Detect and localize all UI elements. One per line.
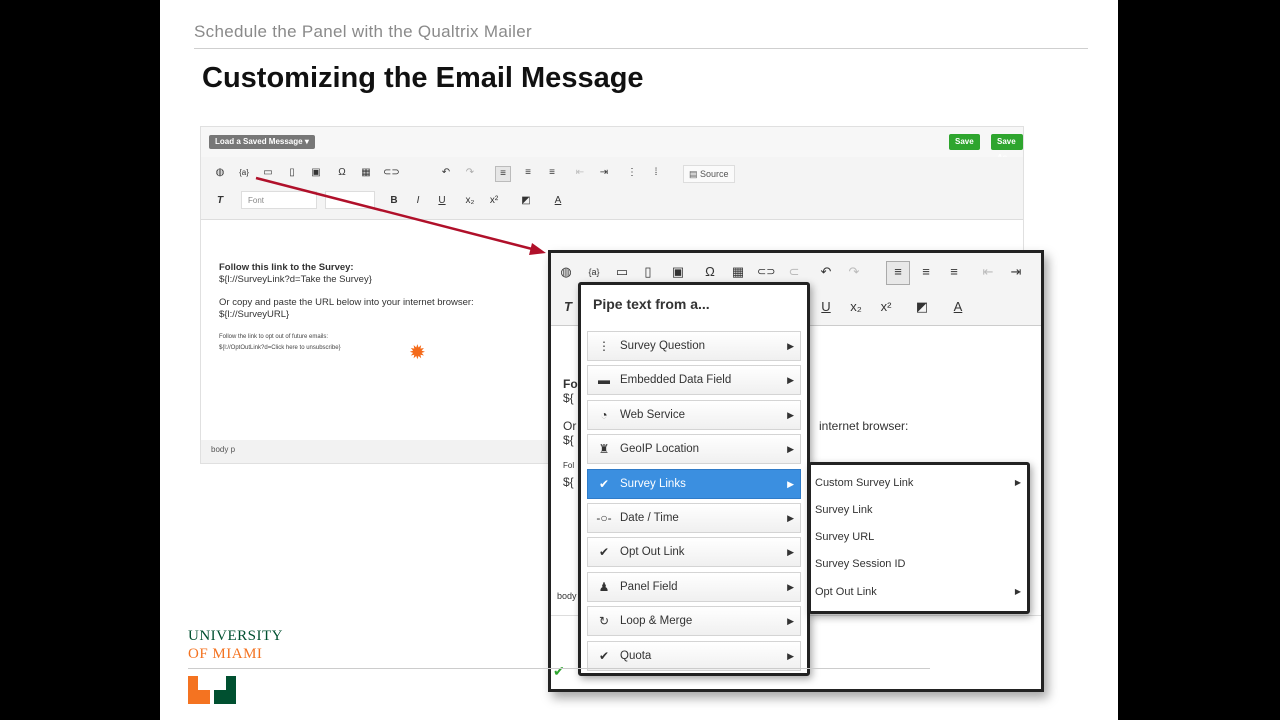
pipe-item-loop-merge[interactable]: ↻ Loop & Merge ▶ (587, 606, 801, 636)
pipe-item-survey-question[interactable]: ⋮ Survey Question ▶ (587, 331, 801, 361)
pipe-item-label: Survey Links (620, 478, 686, 490)
subscript-icon[interactable]: x₂ (847, 298, 865, 316)
body-fragment: Fo (563, 377, 578, 391)
outdent-icon[interactable]: ⇤ (979, 263, 997, 281)
pipe-item-label: Opt Out Link (620, 546, 685, 558)
arrow-right-icon: ▶ (787, 375, 794, 385)
rss-icon: ◔ (600, 408, 608, 422)
submenu-item-survey-url[interactable]: Survey URL (815, 525, 1025, 549)
indent-icon[interactable]: ⇥ (1007, 263, 1025, 281)
unlink-icon[interactable]: ⊂ (785, 263, 803, 281)
submenu-item-label: Survey Link (815, 504, 873, 516)
body-fragment: internet browser: (819, 419, 909, 433)
pipe-item-label: Loop & Merge (620, 615, 693, 627)
submenu-item-label: Survey Session ID (815, 558, 906, 570)
arrow-right-icon: ▶ (787, 341, 794, 351)
pipe-item-quota[interactable]: ✔ Quota ▶ (587, 641, 801, 671)
body-fragment: ${ (563, 433, 574, 447)
body-fragment: ${ (563, 475, 574, 489)
omega-icon[interactable]: Ω (701, 263, 719, 281)
piped-text-icon[interactable]: {a} (585, 263, 603, 281)
arrow-right-icon: ▶ (787, 513, 794, 523)
pipe-item-opt-out-link[interactable]: ✔ Opt Out Link ▶ (587, 537, 801, 567)
redo-icon[interactable]: ↷ (845, 263, 863, 281)
pipe-item-label: Survey Question (620, 340, 706, 352)
text-color-icon[interactable]: A (949, 298, 967, 316)
pipe-item-label: Embedded Data Field (620, 374, 732, 386)
pipe-item-label: Quota (620, 650, 652, 662)
arrow-right-icon: ▶ (1014, 478, 1021, 487)
logo-of-miami: OF MIAMI (188, 646, 263, 662)
arrow-right-icon: ▶ (787, 651, 794, 661)
question-icon: ⋮ (598, 339, 610, 353)
check-icon: ✔ (598, 649, 610, 663)
submenu-item-opt-out-link[interactable]: Opt Out Link ▶ (815, 580, 1025, 604)
pipe-item-panel-field[interactable]: ♟ Panel Field ▶ (587, 572, 801, 602)
pipe-item-label: GeoIP Location (620, 443, 700, 455)
pipe-item-geoip-location[interactable]: ♜ GeoIP Location ▶ (587, 434, 801, 464)
submenu-item-survey-session-id[interactable]: Survey Session ID (815, 552, 1025, 576)
clear-format-icon[interactable]: T (559, 298, 577, 316)
align-center-icon[interactable]: ≡ (917, 263, 935, 281)
underline-icon[interactable]: U (817, 298, 835, 316)
body-fragment: Or (563, 419, 577, 433)
loop-icon: ↻ (598, 614, 610, 628)
submenu-item-label: Opt Out Link (815, 586, 877, 598)
embedded-data-icon: ▬ (598, 373, 610, 387)
pipe-item-label: Date / Time (620, 512, 679, 524)
align-right-icon[interactable]: ≡ (945, 263, 963, 281)
zoom-footer-path: body (557, 591, 577, 601)
person-icon: ♟ (598, 580, 610, 594)
binoculars-icon: ♜ (598, 442, 610, 456)
body-fragment: ${ (563, 391, 574, 405)
submenu-item-label: Survey URL (815, 531, 875, 543)
globe-icon[interactable]: ◍ (557, 263, 575, 281)
background-color-icon[interactable]: ◩ (913, 298, 931, 316)
pipe-item-web-service[interactable]: ◔ Web Service ▶ (587, 400, 801, 430)
arrow-right-icon: ▶ (787, 479, 794, 489)
arrow-right-icon: ▶ (787, 582, 794, 592)
logo-university: UNIVERSITY (188, 628, 283, 644)
timeline-icon: -○- (596, 511, 612, 525)
submenu-item-label: Custom Survey Link (815, 477, 914, 489)
pipe-item-embedded-data-field[interactable]: ▬ Embedded Data Field ▶ (587, 365, 801, 395)
arrow-right-icon: ▶ (787, 547, 794, 557)
align-left-icon[interactable]: ≡ (889, 263, 907, 281)
undo-icon[interactable]: ↶ (817, 263, 835, 281)
superscript-icon[interactable]: x² (877, 298, 895, 316)
body-fragment: Fol (563, 461, 575, 470)
pipe-item-survey-links[interactable]: ✔ Survey Links ▶ (587, 469, 801, 499)
submenu-item-custom-survey-link[interactable]: Custom Survey Link ▶ (815, 471, 1025, 495)
arrow-right-icon: ▶ (1014, 587, 1021, 596)
pipe-item-label: Panel Field (620, 581, 678, 593)
survey-links-submenu: Custom Survey Link ▶ Survey Link Survey … (808, 462, 1030, 614)
image-icon[interactable]: ▭ (613, 263, 631, 281)
check-icon: ✔ (598, 477, 610, 491)
arrow-right-icon: ▶ (787, 616, 794, 626)
document-icon[interactable]: ▯ (639, 263, 657, 281)
check-icon: ✔ (553, 663, 565, 679)
submenu-item-survey-link[interactable]: Survey Link (815, 498, 1025, 522)
media-icon[interactable]: ▣ (669, 263, 687, 281)
pipe-item-label: Web Service (620, 409, 685, 421)
arrow-right-icon: ▶ (787, 444, 794, 454)
pipe-menu-title: Pipe text from a... (593, 296, 710, 312)
check-icon: ✔ (598, 545, 610, 559)
um-logo-icon (188, 676, 236, 704)
arrow-right-icon: ▶ (787, 410, 794, 420)
pipe-text-menu: Pipe text from a... ⋮ Survey Question ▶ … (578, 282, 810, 676)
link-icon[interactable]: ⊂⊃ (757, 263, 775, 281)
pipe-item-date-time[interactable]: -○- Date / Time ▶ (587, 503, 801, 533)
footer-divider (188, 668, 930, 669)
table-icon[interactable]: ▦ (729, 263, 747, 281)
